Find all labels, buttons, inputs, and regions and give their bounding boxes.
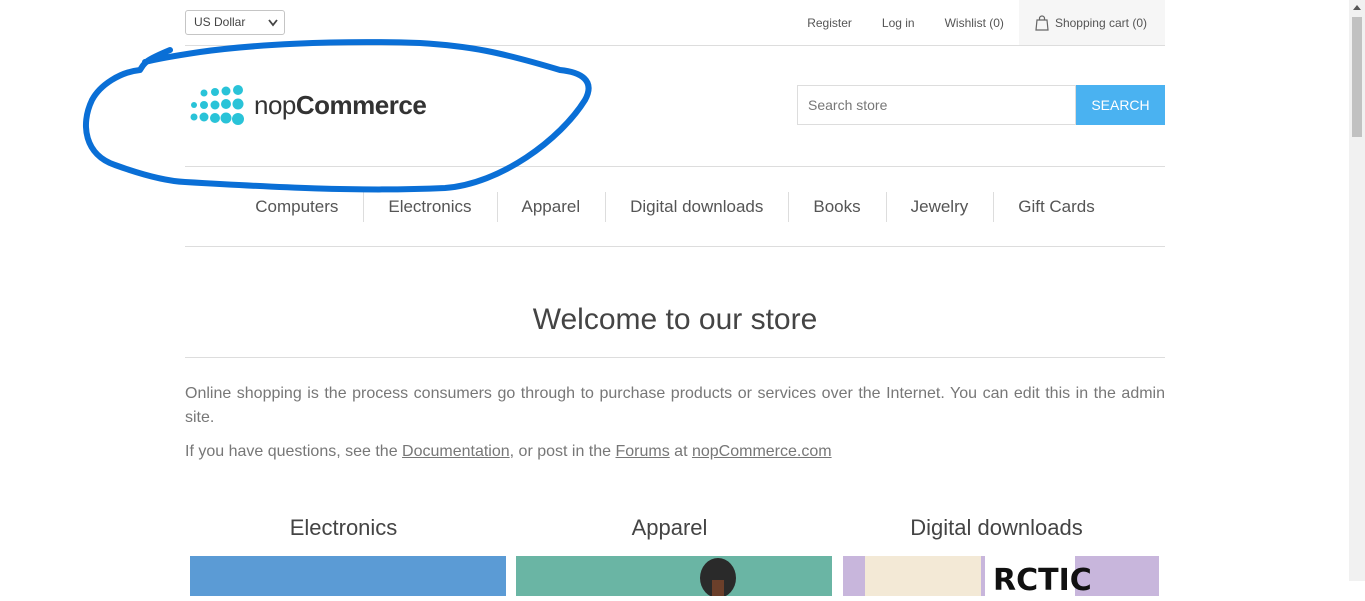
category-electronics[interactable]: Electronics	[185, 514, 506, 596]
login-link[interactable]: Log in	[882, 16, 915, 30]
chevron-down-icon	[268, 19, 278, 27]
intro-paragraph: Online shopping is the process consumers…	[185, 385, 1165, 426]
forums-link[interactable]: Forums	[616, 443, 670, 460]
top-menu: Computers Electronics Apparel Digital do…	[185, 166, 1165, 247]
menu-item-computers[interactable]: Computers	[230, 192, 363, 222]
page-scrollbar[interactable]	[1349, 0, 1365, 581]
scroll-thumb[interactable]	[1352, 17, 1362, 137]
search-button[interactable]: SEARCH	[1076, 85, 1165, 125]
apparel-figure-icon	[700, 558, 736, 598]
shopping-cart-label: Shopping cart (0)	[1054, 15, 1147, 30]
shopping-bag-icon	[1035, 14, 1049, 31]
title-divider	[185, 357, 1165, 358]
scroll-up-arrow-icon[interactable]	[1353, 5, 1361, 10]
menu-item-digital-downloads[interactable]: Digital downloads	[605, 191, 788, 222]
store-logo[interactable]: nopCommerce	[188, 84, 427, 126]
menu-item-apparel[interactable]: Apparel	[496, 191, 606, 222]
category-title[interactable]: Apparel	[511, 514, 828, 542]
shopping-cart-link[interactable]: Shopping cart (0)	[1018, 0, 1165, 45]
search-box: SEARCH	[797, 85, 1165, 125]
menu-item-gift-cards[interactable]: Gift Cards	[993, 191, 1120, 222]
category-title[interactable]: Digital downloads	[838, 514, 1155, 542]
header-links: Register Log in Wishlist (0) Shopping ca…	[792, 0, 1165, 45]
currency-selected: US Dollar	[194, 15, 246, 29]
category-image[interactable]	[190, 556, 506, 596]
album-cover-icon: RCTIC	[865, 556, 1092, 598]
search-input[interactable]	[797, 85, 1076, 125]
menu-item-electronics[interactable]: Electronics	[363, 191, 496, 222]
documentation-link[interactable]: Documentation	[402, 443, 510, 460]
help-paragraph: If you have questions, see the Documenta…	[185, 443, 832, 460]
svg-text:RCTIC: RCTIC	[993, 563, 1092, 596]
category-image[interactable]: RCTIC	[843, 556, 1159, 598]
logo-text: nopCommerce	[254, 89, 427, 120]
page: US Dollar Register Log in Wishlist (0) S…	[185, 0, 1165, 598]
nopcommerce-link[interactable]: nopCommerce.com	[692, 443, 832, 460]
header-upper: US Dollar Register Log in Wishlist (0) S…	[185, 0, 1165, 46]
menu-item-books[interactable]: Books	[788, 191, 885, 222]
currency-selector[interactable]: US Dollar	[185, 10, 285, 35]
menu-item-jewelry[interactable]: Jewelry	[885, 191, 994, 222]
wishlist-link[interactable]: Wishlist (0)	[945, 16, 1004, 30]
register-link[interactable]: Register	[807, 16, 852, 30]
logo-dots-icon	[190, 85, 244, 125]
category-title[interactable]: Electronics	[185, 514, 502, 542]
page-title: Welcome to our store	[532, 303, 818, 336]
category-digital-downloads[interactable]: Digital downloads RCTIC	[838, 514, 1159, 598]
category-image[interactable]	[516, 556, 832, 598]
category-apparel[interactable]: Apparel	[511, 514, 832, 598]
